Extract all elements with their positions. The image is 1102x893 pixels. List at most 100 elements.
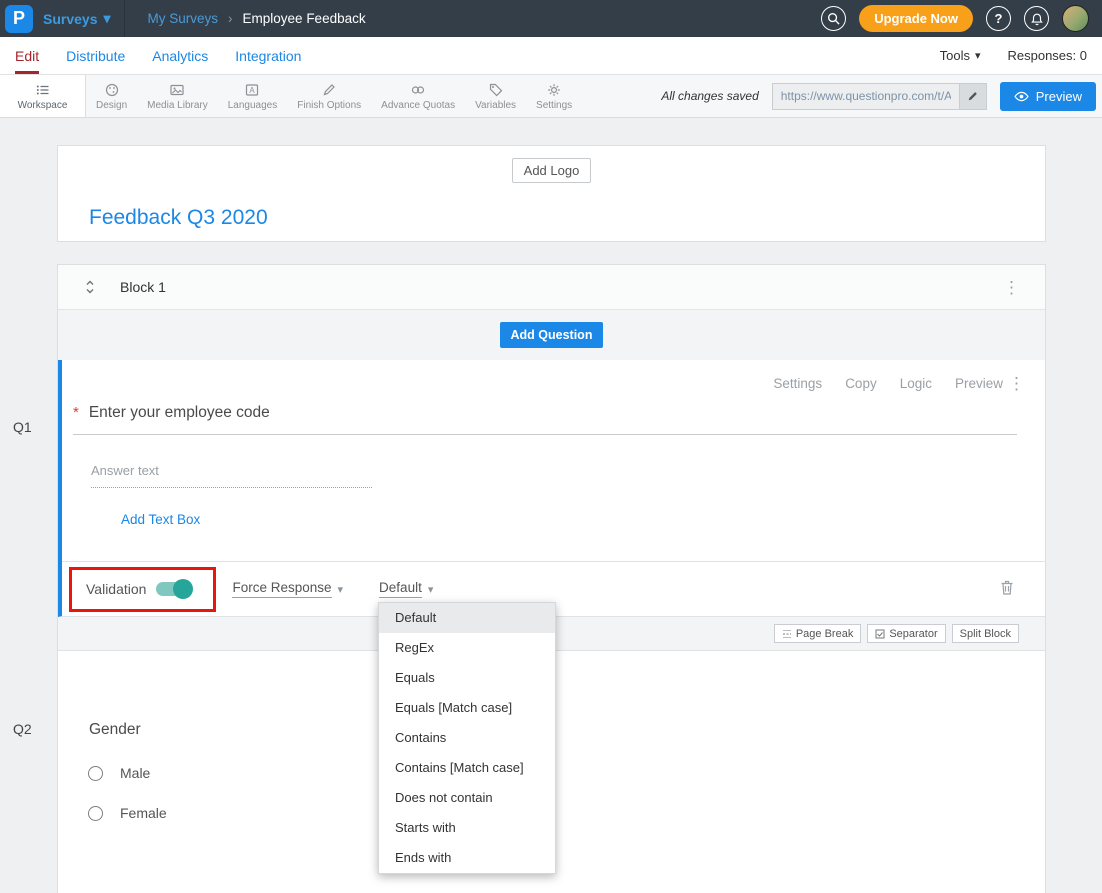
menu-item-contains-match-case[interactable]: Contains [Match case] (379, 753, 555, 783)
block-menu-kebab-icon[interactable]: ⋮ (1003, 279, 1020, 296)
question-preview-link[interactable]: Preview (955, 376, 1003, 391)
responses-count: Responses: 0 (1008, 48, 1088, 63)
validation-label: Validation (86, 581, 146, 597)
question-logic-link[interactable]: Logic (900, 376, 932, 391)
answer-text-placeholder[interactable]: Answer text (91, 463, 372, 488)
toolbar-item-variables[interactable]: Variables (465, 75, 526, 117)
block-title[interactable]: Block 1 (120, 279, 166, 295)
force-response-dropdown[interactable]: Force Response ▾ (232, 580, 343, 598)
toolbar-item-label: Variables (475, 100, 516, 111)
menu-item-regex[interactable]: RegEx (379, 633, 555, 663)
preview-label: Preview (1036, 89, 1082, 104)
menu-item-does-not-contain[interactable]: Does not contain (379, 783, 555, 813)
survey-editor-page: P Surveys ▾ My Surveys › Employee Feedba… (0, 0, 1102, 893)
split-block-button[interactable]: Split Block (952, 624, 1019, 643)
breadcrumb-current-survey: Employee Feedback (243, 11, 366, 26)
question-text[interactable]: Enter your employee code (89, 404, 270, 422)
question-menu-kebab-icon[interactable]: ⋮ (1008, 375, 1025, 392)
survey-url-field (772, 83, 987, 110)
block-header: Block 1 ⋮ (58, 265, 1045, 310)
caret-down-icon: ▾ (338, 583, 344, 596)
page-break-icon (782, 629, 792, 639)
bell-icon (1030, 12, 1044, 26)
logo-letter: P (13, 8, 25, 29)
add-text-box-link[interactable]: Add Text Box (121, 512, 200, 527)
question-text-row[interactable]: * Enter your employee code (73, 404, 1017, 435)
toolbar-item-label: Workspace (18, 100, 68, 111)
toolbar-item-advance-quotas[interactable]: Advance Quotas (371, 75, 465, 117)
toolbar-item-design[interactable]: Design (86, 75, 137, 117)
upgrade-now-button[interactable]: Upgrade Now (859, 5, 973, 32)
product-switcher[interactable]: Surveys ▾ (43, 10, 111, 27)
delete-question-button[interactable] (1000, 580, 1014, 599)
main-tabs: Edit Distribute Analytics Integration To… (0, 37, 1102, 75)
user-avatar[interactable] (1062, 5, 1089, 32)
svg-text:A: A (250, 86, 256, 95)
validation-type-dropdown[interactable]: Default ▾ (379, 580, 433, 598)
search-button[interactable] (821, 6, 846, 31)
settings-gear-icon (546, 82, 562, 98)
tab-edit[interactable]: Edit (15, 37, 39, 74)
radio-circle-icon[interactable] (88, 806, 103, 821)
questionpro-logo[interactable]: P (5, 5, 33, 33)
toolbar-item-label: Settings (536, 100, 572, 111)
question-settings-link[interactable]: Settings (773, 376, 822, 391)
tools-menu[interactable]: Tools ▾ (940, 48, 981, 63)
add-question-button[interactable]: Add Question (500, 322, 604, 348)
product-label: Surveys (43, 11, 97, 27)
menu-item-equals[interactable]: Equals (379, 663, 555, 693)
toolbar-item-workspace[interactable]: Workspace (0, 75, 86, 117)
radio-option-female[interactable]: Female (88, 805, 1045, 821)
breadcrumb-my-surveys[interactable]: My Surveys (148, 11, 219, 26)
validation-type-value: Default (379, 580, 422, 598)
page-break-button[interactable]: Page Break (774, 624, 861, 643)
caret-down-icon: ▾ (428, 583, 434, 596)
search-icon (827, 12, 840, 25)
validation-type-menu: Default RegEx Equals Equals [Match case]… (378, 602, 556, 874)
radio-option-male[interactable]: Male (88, 765, 1045, 781)
media-library-icon (169, 82, 185, 98)
topbar-divider (124, 0, 125, 37)
question-2-side-label: Q2 (13, 721, 32, 737)
validation-toggle[interactable] (156, 582, 190, 596)
menu-item-contains[interactable]: Contains (379, 723, 555, 753)
caret-down-icon: ▾ (103, 10, 110, 27)
toolbar-item-label: Design (96, 100, 127, 111)
toolbar-item-label: Finish Options (297, 100, 361, 111)
advance-quotas-icon (410, 82, 426, 98)
separator-button[interactable]: Separator (867, 624, 945, 643)
menu-item-default[interactable]: Default (379, 603, 555, 633)
add-question-row: Add Question (58, 310, 1045, 360)
edit-url-button[interactable] (959, 84, 986, 109)
collapse-block-icon[interactable] (84, 280, 96, 294)
notifications-button[interactable] (1024, 6, 1049, 31)
add-logo-button[interactable]: Add Logo (512, 158, 592, 183)
finish-options-icon (321, 82, 337, 98)
toolbar-item-finish-options[interactable]: Finish Options (287, 75, 371, 117)
tab-integration[interactable]: Integration (235, 37, 301, 74)
question-copy-link[interactable]: Copy (845, 376, 877, 391)
tab-analytics[interactable]: Analytics (152, 37, 208, 74)
menu-item-ends-with[interactable]: Ends with (379, 843, 555, 873)
tools-label: Tools (940, 48, 970, 63)
radio-circle-icon[interactable] (88, 766, 103, 781)
topbar-actions: Upgrade Now ? (821, 5, 1089, 32)
trash-icon (1000, 580, 1014, 596)
question-mark-icon: ? (995, 11, 1003, 26)
preview-button[interactable]: Preview (1000, 82, 1096, 111)
breadcrumb: My Surveys › Employee Feedback (148, 11, 366, 26)
toolbar-right-group: All changes saved Preview (661, 75, 1096, 117)
toolbar-item-languages[interactable]: A Languages (218, 75, 288, 117)
radio-option-label[interactable]: Male (120, 765, 150, 781)
survey-title[interactable]: Feedback Q3 2020 (89, 206, 1045, 230)
toolbar-item-settings[interactable]: Settings (526, 75, 582, 117)
menu-item-equals-match-case[interactable]: Equals [Match case] (379, 693, 555, 723)
tab-distribute[interactable]: Distribute (66, 37, 125, 74)
toolbar-item-media-library[interactable]: Media Library (137, 75, 218, 117)
question-actions: Settings Copy Logic Preview ⋮ (62, 360, 1045, 391)
menu-item-starts-with[interactable]: Starts with (379, 813, 555, 843)
tabs-right-group: Tools ▾ Responses: 0 (940, 37, 1087, 74)
radio-option-label[interactable]: Female (120, 805, 167, 821)
survey-url-input[interactable] (773, 84, 959, 109)
help-button[interactable]: ? (986, 6, 1011, 31)
